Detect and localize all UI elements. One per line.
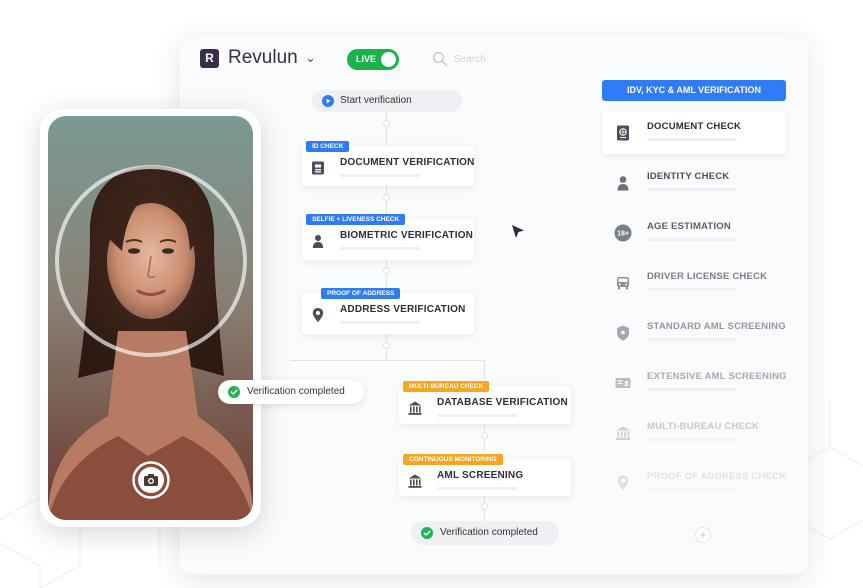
check-item-extensive-aml-screening[interactable]: EXTENSIVE AML SCREENING [602, 362, 787, 404]
check-item-label: MULTI-BUREAU CHECK [647, 421, 760, 432]
step-card-address-verification[interactable]: PROOF OF ADDRESS ADDRESS VERIFICATION [302, 288, 474, 334]
check-item-identity-check[interactable]: IDENTITY CHECK [602, 162, 786, 204]
flow-connector-dot [383, 120, 390, 127]
bank-icon [616, 426, 630, 440]
check-item-standard-aml-screening[interactable]: STANDARD AML SCREENING [602, 312, 786, 354]
person-icon [617, 176, 629, 191]
flow-connector-dot [481, 432, 488, 439]
check-item-label: IDENTITY CHECK [647, 171, 730, 182]
check-item-driver-license-check[interactable]: DRIVER LICENSE CHECK [602, 262, 786, 304]
placeholder-line [340, 321, 420, 324]
step-title: BIOMETRIC VERIFICATION [340, 230, 474, 241]
completed-label: Verification completed [440, 527, 538, 538]
placeholder-line [647, 188, 737, 191]
location-pin-icon [617, 475, 629, 490]
step-title: AML SCREENING [437, 470, 524, 481]
phone-mockup [40, 109, 261, 527]
placeholder-line [647, 288, 737, 291]
live-label: LIVE [356, 54, 377, 64]
search-icon[interactable] [432, 51, 448, 67]
start-verification-pill[interactable]: Start verification [312, 90, 462, 112]
flow-connector-dot [383, 194, 390, 201]
check-item-label: EXTENSIVE AML SCREENING [647, 371, 787, 382]
checks-panel-title: IDV, KYC & AML VERIFICATION [602, 80, 786, 101]
check-item-label: DRIVER LICENSE CHECK [647, 271, 768, 282]
start-verification-label: Start verification [340, 95, 412, 106]
flow-branch-connector [290, 360, 484, 361]
toggle-knob [381, 52, 396, 67]
passport-icon [617, 125, 629, 141]
check-circle-icon [228, 386, 240, 398]
check-item-label: STANDARD AML SCREENING [647, 321, 786, 332]
placeholder-line [340, 174, 420, 177]
person-icon [312, 235, 324, 248]
mouse-cursor-icon [512, 225, 524, 238]
completed-label: Verification completed [247, 386, 345, 397]
check-item-label: PROOF OF ADDRESS CHECK [647, 471, 787, 482]
step-tag: CONTINUOUS MONITORING [403, 454, 503, 465]
placeholder-line [437, 487, 517, 490]
step-card-aml-screening[interactable]: CONTINUOUS MONITORING AML SCREENING [399, 454, 571, 496]
placeholder-line [437, 414, 517, 417]
flow-connector-dot [481, 503, 488, 510]
step-card-document-verification[interactable]: ID CHECK DOCUMENT VERIFICATION [302, 141, 475, 186]
search-input[interactable] [454, 51, 574, 67]
live-toggle[interactable]: LIVE [347, 49, 399, 70]
placeholder-line [340, 247, 420, 250]
location-pin-icon [312, 308, 324, 322]
flow-connector-dot [383, 267, 390, 274]
flow-connector [386, 112, 387, 148]
step-title: ADDRESS VERIFICATION [340, 304, 466, 315]
id-card-icon [615, 378, 631, 388]
car-icon [617, 277, 629, 290]
bank-icon [408, 474, 422, 488]
step-card-biometric-verification[interactable]: SELFIE + LIVENESS CHECK BIOMETRIC VERIFI… [302, 214, 474, 260]
check-circle-icon [421, 527, 433, 539]
step-tag: PROOF OF ADDRESS [321, 288, 401, 299]
age-18-icon: 18+ [614, 224, 632, 242]
check-item-age-estimation[interactable]: 18+ AGE ESTIMATION [602, 212, 786, 254]
chevron-down-icon[interactable]: ⌄ [305, 50, 316, 66]
placeholder-line [647, 438, 737, 441]
check-item-label: DOCUMENT CHECK [647, 121, 742, 132]
step-tag: MULTI-BUREAU CHECK [403, 381, 490, 392]
step-tag: ID CHECK [306, 141, 350, 152]
step-card-database-verification[interactable]: MULTI-BUREAU CHECK DATABASE VERIFICATION [399, 381, 571, 424]
step-title: DATABASE VERIFICATION [437, 397, 568, 408]
placeholder-line [647, 138, 737, 141]
flow-connector [484, 360, 485, 380]
bank-icon [408, 401, 422, 415]
check-item-label: AGE ESTIMATION [647, 221, 731, 232]
add-check-button[interactable]: + [695, 527, 711, 543]
shield-icon [617, 325, 629, 341]
age-icon-text: 18+ [617, 231, 629, 238]
play-icon [322, 95, 334, 107]
app-header: R Revulun ⌄ LIVE [180, 36, 808, 84]
flow-verification-completed: Verification completed [411, 521, 559, 545]
flow-connector-dot [383, 342, 390, 349]
camera-shutter-button[interactable] [132, 461, 170, 499]
phone-verification-completed: Verification completed [218, 380, 364, 404]
check-item-multi-bureau-check[interactable]: MULTI-BUREAU CHECK [602, 412, 786, 454]
placeholder-line [647, 238, 737, 241]
check-item-document-check[interactable]: DOCUMENT CHECK [602, 112, 786, 154]
check-item-proof-of-address-check[interactable]: PROOF OF ADDRESS CHECK [602, 462, 786, 504]
id-card-icon [312, 161, 324, 175]
placeholder-line [647, 338, 737, 341]
face-photo [48, 116, 253, 520]
app-logo: R [200, 49, 219, 68]
placeholder-line [647, 388, 737, 391]
step-tag: SELFIE + LIVENESS CHECK [306, 214, 406, 225]
step-title: DOCUMENT VERIFICATION [340, 157, 475, 168]
selfie-camera-view [48, 116, 253, 520]
verification-workflow-panel: R Revulun ⌄ LIVE Start verification ID C… [180, 36, 808, 574]
placeholder-line [647, 488, 737, 491]
brand-name[interactable]: Revulun [228, 47, 298, 69]
